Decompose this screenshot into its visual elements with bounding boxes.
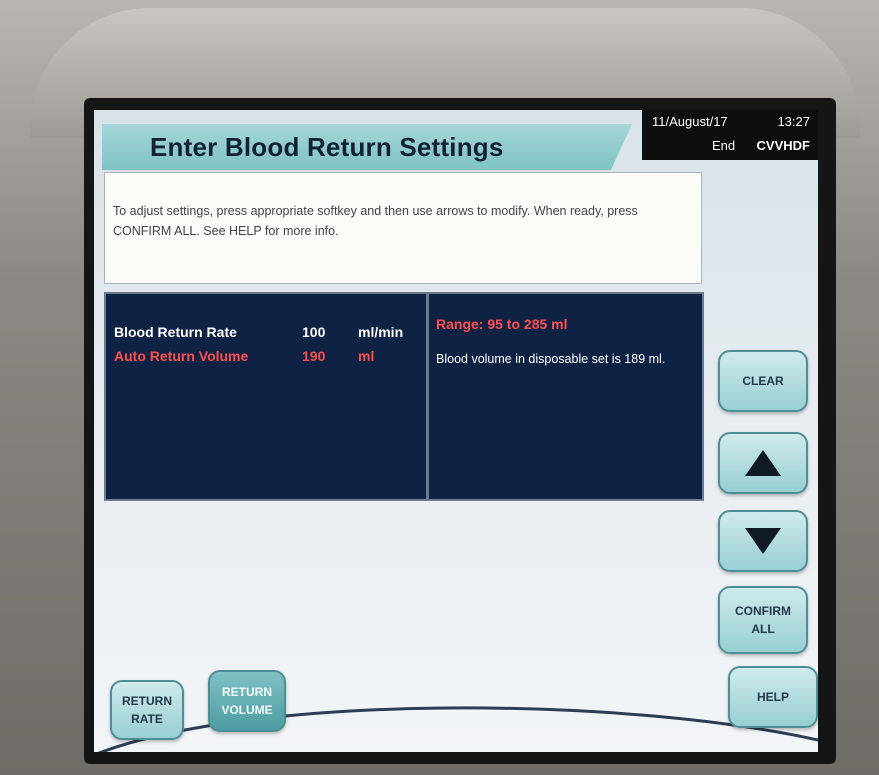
return-rate-label-line1: RETURN	[122, 694, 172, 708]
help-button[interactable]: HELP	[728, 666, 818, 728]
info-text: Blood volume in disposable set is 189 ml…	[436, 352, 666, 366]
procedure-status: End	[712, 138, 736, 153]
return-volume-label-line2: VOLUME	[221, 703, 273, 717]
date-display: 11/August/17	[652, 114, 728, 129]
clear-button[interactable]: CLEAR	[718, 350, 808, 412]
setting-unit: ml	[358, 348, 375, 364]
status-box: 11/August/17 13:27 End CVVHDF	[642, 110, 818, 160]
setting-value: 190	[302, 348, 326, 364]
clear-button-label: CLEAR	[742, 374, 784, 388]
confirm-all-button[interactable]: CONFIRM ALL	[718, 586, 808, 654]
return-rate-label-line2: RATE	[131, 712, 163, 726]
setting-value: 100	[302, 324, 326, 340]
range-text: Range: 95 to 285 ml	[436, 316, 568, 332]
therapy-mode: CVVHDF	[756, 138, 810, 153]
title-bar: Enter Blood Return Settings	[102, 124, 632, 170]
setting-label: Blood Return Rate	[114, 324, 237, 340]
instruction-panel: To adjust settings, press appropriate so…	[104, 172, 702, 284]
confirm-all-label-line2: ALL	[751, 622, 775, 636]
down-arrow-icon	[745, 528, 781, 554]
page-title: Enter Blood Return Settings	[150, 132, 504, 162]
instruction-text: To adjust settings, press appropriate so…	[113, 204, 638, 238]
return-volume-button[interactable]: RETURN VOLUME	[208, 670, 286, 732]
return-rate-button[interactable]: RETURN RATE	[110, 680, 184, 740]
decrease-button[interactable]	[718, 510, 808, 572]
setting-label: Auto Return Volume	[114, 348, 249, 364]
bottom-decorative-curve	[97, 706, 818, 752]
confirm-all-label-line1: CONFIRM	[735, 604, 791, 618]
help-button-label: HELP	[756, 690, 789, 704]
up-arrow-icon	[745, 450, 781, 476]
increase-button[interactable]	[718, 432, 808, 494]
setting-unit: ml/min	[358, 324, 404, 340]
time-display: 13:27	[777, 114, 810, 129]
settings-divider	[426, 294, 429, 499]
device-screen: Enter Blood Return Settings 11/August/17…	[94, 110, 818, 752]
settings-panel: Blood Return Rate 100 ml/min Auto Return…	[104, 292, 704, 501]
return-volume-label-line1: RETURN	[222, 685, 272, 699]
